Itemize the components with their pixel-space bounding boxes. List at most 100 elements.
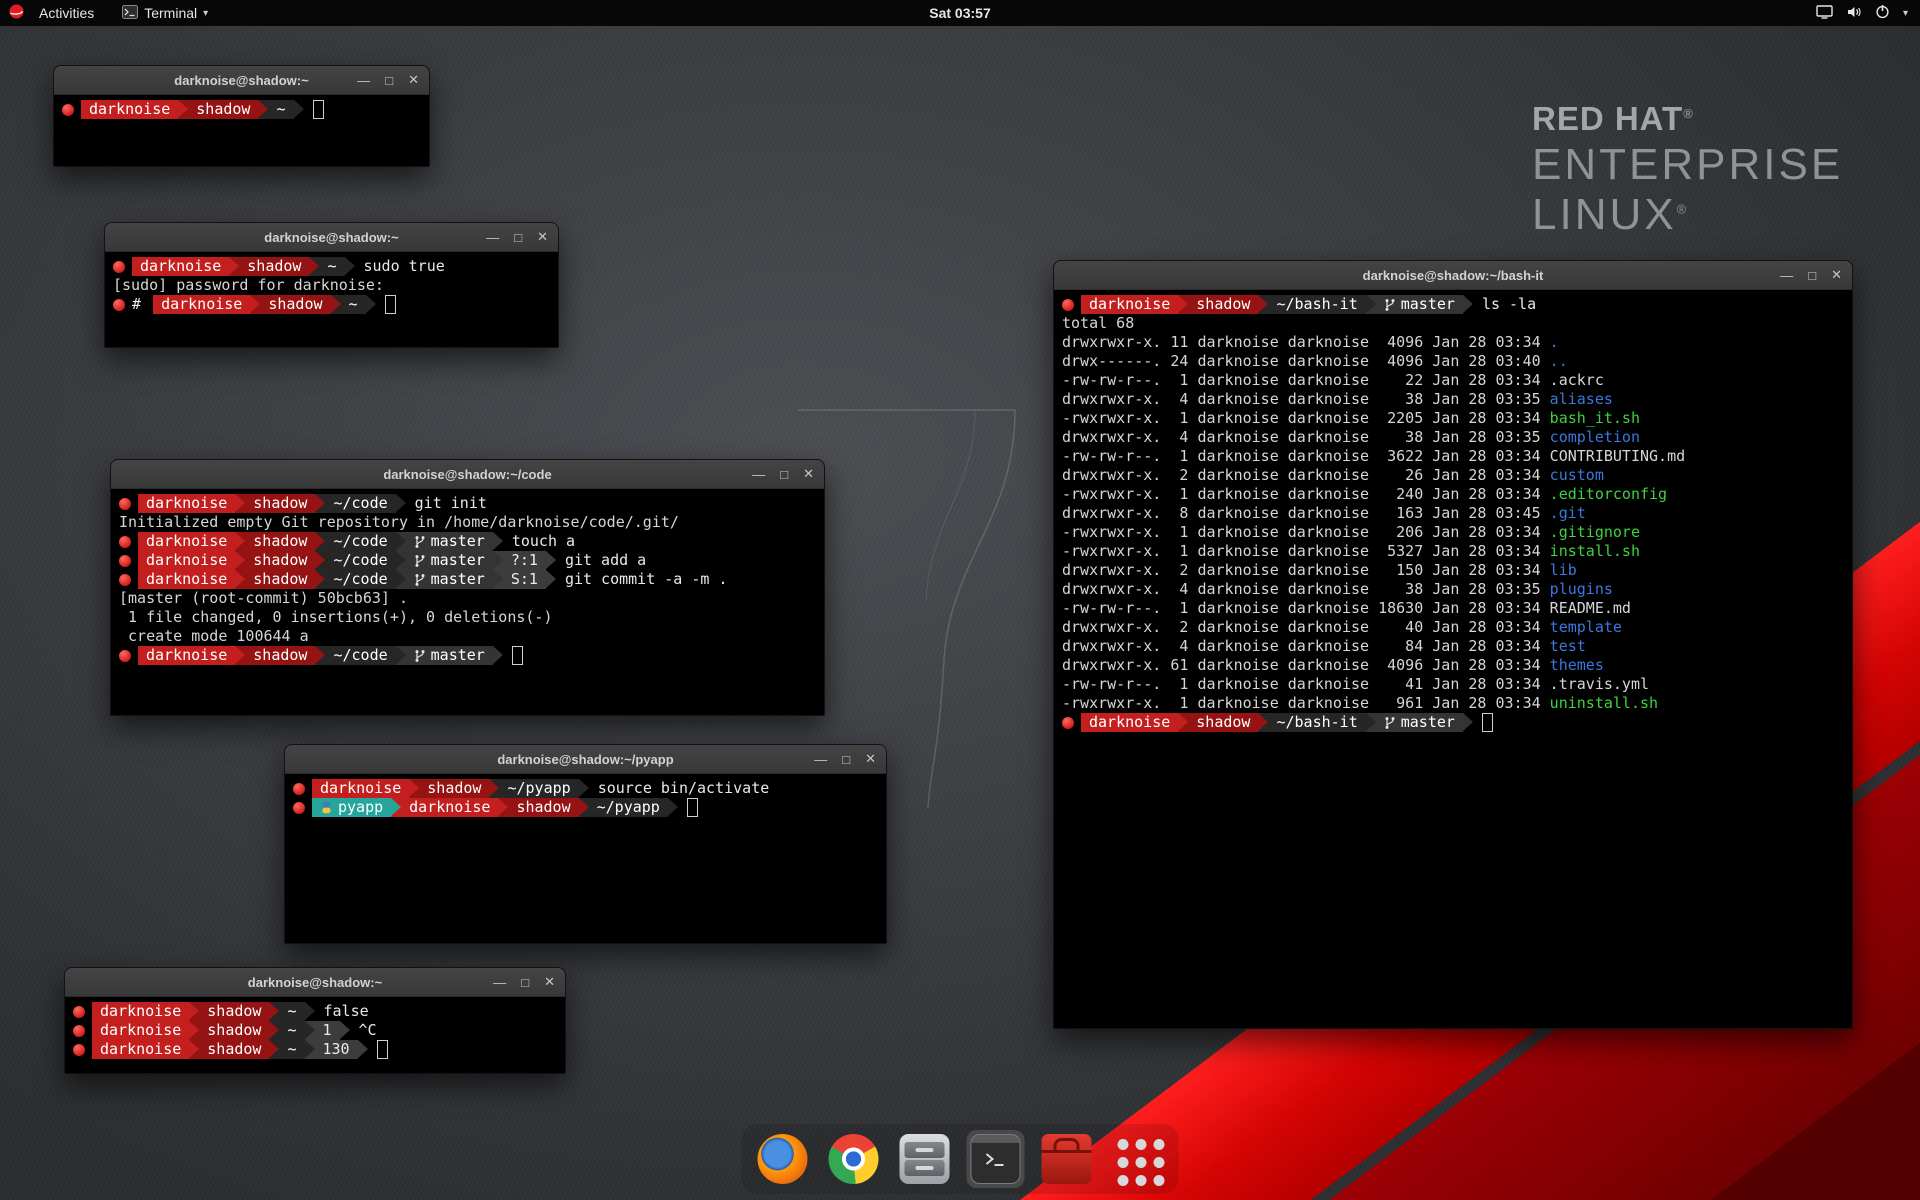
minimize-button[interactable]: — xyxy=(486,230,499,245)
close-button[interactable]: ✕ xyxy=(544,974,555,990)
prompt-indicator-icon xyxy=(113,261,125,273)
window-titlebar[interactable]: darknoise@shadow:~ — □ ✕ xyxy=(65,968,565,997)
system-status-area[interactable]: ▾ xyxy=(1816,4,1912,22)
window-titlebar[interactable]: darknoise@shadow:~ — □ ✕ xyxy=(54,66,429,95)
terminal-content[interactable]: darknoiseshadow~falsedarknoiseshadow~1^C… xyxy=(65,997,565,1064)
redhat-logo-icon xyxy=(8,4,25,22)
terminal-output-line: 1 file changed, 0 insertions(+), 0 delet… xyxy=(119,608,816,627)
close-button[interactable]: ✕ xyxy=(803,466,814,482)
window-titlebar[interactable]: darknoise@shadow:~/pyapp — □ ✕ xyxy=(285,745,886,774)
window-title: darknoise@shadow:~ xyxy=(248,975,382,990)
prompt-indicator-icon xyxy=(73,1044,85,1056)
git-branch-icon xyxy=(1384,716,1396,730)
prompt-indicator-icon xyxy=(73,1006,85,1018)
terminal-content[interactable]: darknoiseshadow~/codegit initInitialized… xyxy=(111,489,824,670)
dock-icon-chrome[interactable] xyxy=(825,1130,883,1188)
clock[interactable]: Sat 03:57 xyxy=(929,5,990,21)
maximize-button[interactable]: □ xyxy=(521,975,529,990)
maximize-button[interactable]: □ xyxy=(780,467,788,482)
terminal-content[interactable]: darknoiseshadow~/bash-itmasterls -latota… xyxy=(1054,290,1852,737)
prompt-indicator-icon xyxy=(119,536,131,548)
display-icon xyxy=(1816,5,1833,22)
chrome-icon xyxy=(829,1134,879,1184)
minimize-button[interactable]: — xyxy=(357,73,370,88)
terminal-output-line: -rwxrwxr-x. 1 darknoise darknoise 2205 J… xyxy=(1062,409,1844,428)
terminal-prompt-line: darknoiseshadow~false xyxy=(73,1002,557,1021)
close-button[interactable]: ✕ xyxy=(865,751,876,767)
window-titlebar[interactable]: darknoise@shadow:~ — □ ✕ xyxy=(105,223,558,252)
window-title: darknoise@shadow:~ xyxy=(264,230,398,245)
terminal-icon xyxy=(971,1134,1021,1184)
minimize-button[interactable]: — xyxy=(1780,268,1793,283)
terminal-prompt-line: darknoiseshadow~/codemasterS:1git commit… xyxy=(119,570,816,589)
python-venv-icon xyxy=(320,801,333,814)
terminal-prompt-line: darknoiseshadow~/codegit init xyxy=(119,494,816,513)
dock-icon-toolbox[interactable] xyxy=(1038,1130,1096,1188)
terminal-content[interactable]: darknoiseshadow~ xyxy=(54,95,429,124)
show-applications-icon xyxy=(1113,1134,1163,1184)
terminal-window-sudo[interactable]: darknoise@shadow:~ — □ ✕ darknoiseshadow~s… xyxy=(104,222,559,348)
minimize-button[interactable]: — xyxy=(752,467,765,482)
terminal-window-pyapp[interactable]: darknoise@shadow:~/pyapp — □ ✕ darknoisesh… xyxy=(284,744,887,944)
window-title: darknoise@shadow:~/pyapp xyxy=(497,752,673,767)
app-menu-terminal[interactable]: Terminal ▾ xyxy=(122,5,208,22)
terminal-prompt-line: darknoiseshadow~ xyxy=(62,100,421,119)
terminal-output-line: drwxrwxr-x. 8 darknoise darknoise 163 Ja… xyxy=(1062,504,1844,523)
terminal-window-bash-it[interactable]: darknoise@shadow:~/bash-it —□✕ darknoise… xyxy=(1053,260,1853,1029)
registered-mark: ® xyxy=(1677,201,1690,216)
terminal-output-line: drwxrwxr-x. 2 darknoise darknoise 150 Ja… xyxy=(1062,561,1844,580)
terminal-output-line: [master (root-commit) 50bcb63] . xyxy=(119,589,816,608)
dock-icon-app-grid[interactable] xyxy=(1109,1130,1167,1188)
firefox-icon xyxy=(758,1134,808,1184)
prompt-indicator-icon xyxy=(293,802,305,814)
prompt-indicator-icon xyxy=(119,650,131,662)
terminal-app-icon xyxy=(122,5,138,22)
minimize-button[interactable]: — xyxy=(493,975,506,990)
window-titlebar[interactable]: darknoise@shadow:~/bash-it —□✕ xyxy=(1054,261,1852,290)
terminal-window-home-1[interactable]: darknoise@shadow:~ — □ ✕ darknoiseshadow~ xyxy=(53,65,430,167)
window-title: darknoise@shadow:~ xyxy=(174,73,308,88)
volume-icon xyxy=(1846,5,1862,22)
git-branch-icon xyxy=(414,535,426,549)
git-branch-icon xyxy=(1384,298,1396,312)
terminal-prompt-line: darknoiseshadow~/pyappsource bin/activat… xyxy=(293,779,878,798)
terminal-prompt-line: darknoiseshadow~130 xyxy=(73,1040,557,1059)
close-button[interactable]: ✕ xyxy=(408,72,419,88)
terminal-prompt-line: darknoiseshadow~/codemastertouch a xyxy=(119,532,816,551)
terminal-window-code[interactable]: darknoise@shadow:~/code — □ ✕ darknoisesha… xyxy=(110,459,825,716)
terminal-cursor xyxy=(687,798,698,817)
terminal-output-line: -rwxrwxr-x. 1 darknoise darknoise 240 Ja… xyxy=(1062,485,1844,504)
maximize-button[interactable]: □ xyxy=(514,230,522,245)
maximize-button[interactable]: □ xyxy=(842,752,850,767)
dock-icon-files[interactable] xyxy=(896,1130,954,1188)
terminal-output-line: drwxrwxr-x. 4 darknoise darknoise 38 Jan… xyxy=(1062,390,1844,409)
terminal-cursor xyxy=(512,646,523,665)
window-title: darknoise@shadow:~/code xyxy=(383,467,551,482)
desktop: { "topbar": { "activities": "Activities"… xyxy=(0,0,1920,1200)
terminal-window-home-2[interactable]: darknoise@shadow:~ — □ ✕ darknoiseshadow~f… xyxy=(64,967,566,1074)
window-titlebar[interactable]: darknoise@shadow:~/code — □ ✕ xyxy=(111,460,824,489)
prompt-indicator-icon xyxy=(1062,299,1074,311)
activities-button[interactable]: Activities xyxy=(33,5,100,21)
terminal-output-line: [sudo] password for darknoise: xyxy=(113,276,550,295)
maximize-button[interactable]: □ xyxy=(385,73,393,88)
terminal-output-line: total 68 xyxy=(1062,314,1844,333)
chevron-down-icon: ▾ xyxy=(1903,8,1908,19)
terminal-output-line: -rw-rw-r--. 1 darknoise darknoise 18630 … xyxy=(1062,599,1844,618)
terminal-prompt-line: # darknoiseshadow~ xyxy=(113,295,550,314)
terminal-output-line: -rw-rw-r--. 1 darknoise darknoise 22 Jan… xyxy=(1062,371,1844,390)
dock-icon-firefox[interactable] xyxy=(754,1130,812,1188)
terminal-content[interactable]: darknoiseshadow~sudo true[sudo] password… xyxy=(105,252,558,319)
watermark-red-hat: RED HAT® xyxy=(1532,100,1843,138)
maximize-button[interactable]: □ xyxy=(1808,268,1816,283)
dock-icon-terminal[interactable] xyxy=(967,1130,1025,1188)
prompt-indicator-icon xyxy=(119,574,131,586)
prompt-indicator-icon xyxy=(62,104,74,116)
close-button[interactable]: ✕ xyxy=(537,229,548,245)
terminal-output-line: Initialized empty Git repository in /hom… xyxy=(119,513,816,532)
close-button[interactable]: ✕ xyxy=(1831,267,1842,283)
terminal-output-line: -rw-rw-r--. 1 darknoise darknoise 41 Jan… xyxy=(1062,675,1844,694)
terminal-content[interactable]: darknoiseshadow~/pyappsource bin/activat… xyxy=(285,774,886,822)
minimize-button[interactable]: — xyxy=(814,752,827,767)
terminal-prompt-line: darknoiseshadow~/bash-itmaster xyxy=(1062,713,1844,732)
